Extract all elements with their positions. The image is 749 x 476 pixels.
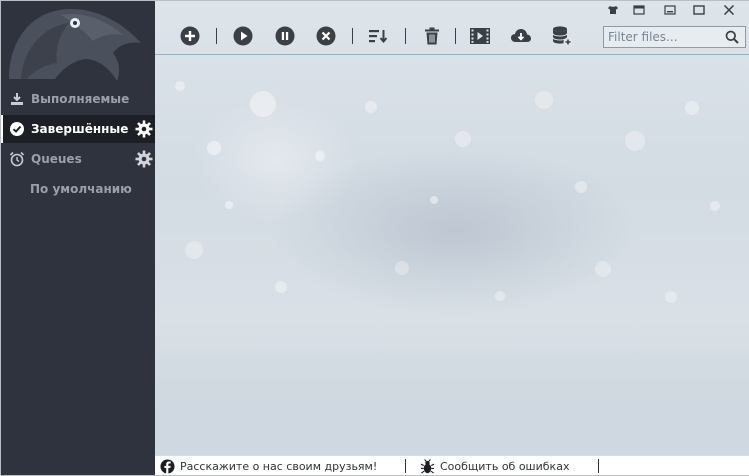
share-text: Расскажите о нас своим друзьям! xyxy=(180,459,378,473)
alarm-clock-icon xyxy=(9,151,25,167)
snow-flake xyxy=(275,281,287,293)
snow-flake xyxy=(185,241,203,259)
eagle-logo xyxy=(1,1,155,83)
snow-flake xyxy=(595,261,611,277)
cancel-icon[interactable] xyxy=(313,23,339,49)
snow-flake xyxy=(455,131,471,147)
snow-flake xyxy=(207,141,221,155)
sidebar-item-label: Завершённые загрузки xyxy=(31,122,131,136)
sidebar-item-completed[interactable]: Завершённые загрузки xyxy=(1,115,155,143)
download-tray-icon xyxy=(9,91,25,107)
pause-icon[interactable] xyxy=(272,23,298,49)
report-text: Сообщить об ошибках xyxy=(440,459,570,473)
sidebar-item-queues[interactable]: Queues xyxy=(1,145,155,173)
facebook-icon xyxy=(159,458,175,474)
window-icon[interactable] xyxy=(629,3,649,17)
sort-icon[interactable] xyxy=(365,23,391,49)
minimize-icon[interactable] xyxy=(660,3,680,17)
filter-files-input[interactable] xyxy=(604,27,722,47)
sidebar-item-label: Queues xyxy=(31,152,82,166)
snow-flake xyxy=(710,201,720,211)
app-window: Выполняемые Завершённые загрузки Queues … xyxy=(0,0,749,476)
report-bugs-link[interactable]: Сообщить об ошибках xyxy=(419,458,569,474)
status-separator xyxy=(598,459,599,473)
gear-icon[interactable] xyxy=(135,150,153,168)
search-icon[interactable] xyxy=(722,27,742,47)
snow-flake xyxy=(395,261,409,275)
snow-flake xyxy=(175,81,185,91)
snow-flake xyxy=(535,91,553,109)
sidebar-item-active[interactable]: Выполняемые xyxy=(1,85,155,113)
close-icon[interactable] xyxy=(719,3,739,17)
status-bar: Расскажите о нас своим друзьям! Сообщить… xyxy=(155,455,749,475)
toolbar-separator xyxy=(216,28,217,44)
snow-flake xyxy=(665,291,677,303)
play-icon[interactable] xyxy=(230,23,256,49)
sidebar: Выполняемые Завершённые загрузки Queues … xyxy=(1,1,155,475)
share-link[interactable]: Расскажите о нас своим друзьям! xyxy=(159,458,377,474)
cloud-download-icon[interactable] xyxy=(508,23,534,49)
snow-flake xyxy=(225,201,233,209)
snow-flake xyxy=(365,101,377,113)
snow-flake xyxy=(315,151,325,161)
gear-icon[interactable] xyxy=(135,120,153,138)
filter-files-field[interactable] xyxy=(603,26,746,48)
queue-item-default[interactable]: По умолчанию xyxy=(1,177,155,201)
snow-flake xyxy=(250,91,276,117)
toolbar xyxy=(155,19,749,55)
toolbar-separator xyxy=(455,28,456,44)
maximize-icon[interactable] xyxy=(689,3,709,17)
fog-overlay xyxy=(155,341,749,455)
snow-flake xyxy=(625,131,645,151)
snow-flake xyxy=(430,196,438,204)
shirt-icon[interactable] xyxy=(603,3,623,17)
toolbar-separator xyxy=(352,28,353,44)
main-content-area xyxy=(155,1,749,455)
status-separator xyxy=(405,459,406,473)
sidebar-item-label: Выполняемые xyxy=(31,92,130,106)
snow-flake xyxy=(495,291,505,301)
bug-icon xyxy=(419,458,435,474)
snow-flake xyxy=(575,181,587,193)
video-icon[interactable] xyxy=(467,23,493,49)
database-icon[interactable] xyxy=(549,23,575,49)
check-circle-icon xyxy=(9,121,25,137)
snow-flake xyxy=(685,101,699,115)
trash-icon[interactable] xyxy=(419,23,445,49)
toolbar-separator xyxy=(405,28,406,44)
add-icon[interactable] xyxy=(177,23,203,49)
